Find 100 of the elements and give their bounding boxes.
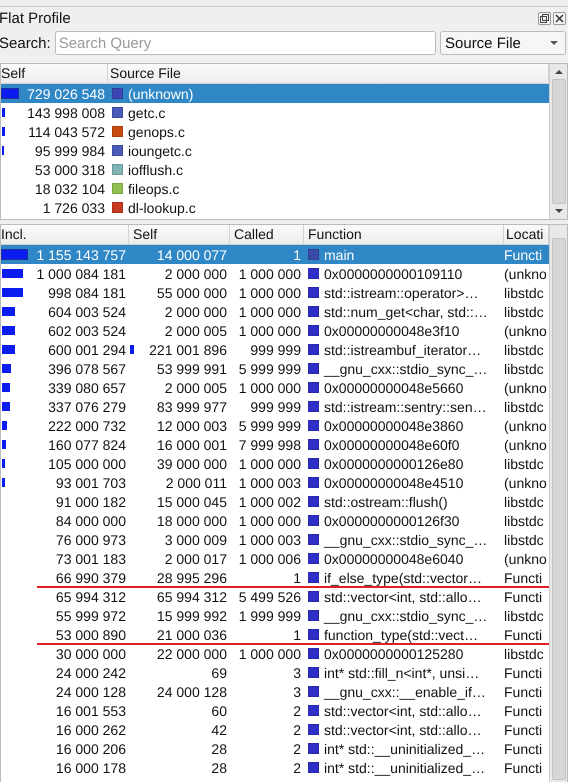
column-header[interactable]: Called (230, 225, 304, 245)
self-cost: 95 999 984 (34, 142, 105, 158)
function-name: __gnu_cxx::stdio_sync_… (324, 532, 488, 548)
scrollbar[interactable] (549, 225, 567, 782)
function-name: function_type(std::vect… (324, 626, 478, 642)
call-count: 1 (230, 245, 304, 264)
inclusive-cost: 91 000 182 (56, 494, 126, 510)
column-header[interactable]: Self (129, 225, 230, 245)
scroll-thumb[interactable] (552, 79, 566, 204)
inclusive-cost: 339 080 657 (48, 380, 126, 396)
list-row[interactable]: 600 001 294 221 001 896 999 999 std::istreambuf_iterator… libstdc (1, 340, 549, 359)
inclusive-cost: 105 000 000 (48, 456, 126, 472)
list-row[interactable]: 604 003 524 2 000 000 1 000 000 std::num_get<char, std::… libstdc (1, 302, 549, 321)
function-name: std::vector<int, std::allo… (324, 588, 482, 604)
float-button[interactable] (538, 12, 551, 24)
function-name: std::vector<int, std::allo… (324, 722, 482, 738)
column-header[interactable]: Function (304, 225, 504, 245)
function-name: int* std::__uninitialized_… (324, 760, 486, 776)
function-name: 0x0000000000109110 (324, 266, 462, 282)
close-icon (555, 14, 564, 22)
list-row[interactable]: 337 076 279 83 999 977 999 999 std::istream::sentry::sen… libstdc (1, 397, 549, 416)
list-row[interactable]: 91 000 182 15 000 045 1 000 002 std::ostream::flush() libstdc (1, 492, 549, 511)
list-row[interactable]: 1 155 143 757 14 000 077 1 main Functi (1, 245, 549, 264)
self-cost: 14 000 077 (156, 246, 227, 262)
source-file: ioungetc.c (128, 142, 192, 158)
search-field[interactable]: Search Query (54, 31, 436, 55)
column-header[interactable]: Incl. (1, 225, 129, 245)
function-name: 0x00000000048e60f0 (324, 436, 460, 452)
list-row[interactable]: 24 000 128 24 000 128 3 __gnu_cxx::__enable_if… Functi (1, 682, 549, 701)
grouping-dropdown[interactable]: Source File (440, 31, 566, 55)
column-header[interactable]: Self (1, 64, 108, 84)
list-row[interactable]: 53 000 890 21 000 036 1 function_type(std::vect… Functi (1, 625, 549, 644)
inclusive-cost: 53 000 890 (56, 626, 126, 642)
self-cost: 16 000 001 (156, 436, 227, 452)
scroll-down-icon[interactable] (554, 208, 564, 214)
dropdown-arrow-icon (549, 40, 559, 46)
self-cost: 60 (211, 702, 227, 718)
list-row[interactable]: 76 000 973 3 000 009 1 000 003 __gnu_cxx::stdio_sync_… libstdc (1, 530, 549, 549)
inclusive-cost: 55 999 972 (56, 608, 126, 624)
search-label: Search: (0, 34, 51, 52)
list-row[interactable]: 105 000 000 39 000 000 1 000 000 0x0000000000126e80 libstdc (1, 454, 549, 473)
source-file: dl-lookup.c (128, 200, 196, 216)
self-cost: 2 000 000 (164, 304, 227, 320)
inclusive-cost: 998 084 181 (48, 284, 126, 300)
self-cost: 15 999 992 (156, 608, 227, 624)
list-row[interactable]: 396 078 567 53 999 991 5 999 999 __gnu_cxx::stdio_sync_… libstdc (1, 359, 549, 378)
scroll-up-icon[interactable] (554, 69, 564, 75)
column-header[interactable]: Source File (108, 64, 549, 84)
location: Functi (504, 245, 549, 264)
list-row[interactable]: 65 994 312 65 994 312 5 499 526 std::vector<int, std::allo… Functi (1, 587, 549, 606)
list-row[interactable]: 602 003 524 2 000 005 1 000 000 0x00000000048e3f10 (unkno (1, 321, 549, 340)
self-cost: 1 726 033 (42, 200, 105, 216)
list-row[interactable]: 1 000 084 181 2 000 000 1 000 000 0x0000000000109110 (unkno (1, 264, 549, 283)
function-name: main (324, 246, 354, 262)
self-cost: 729 026 548 (27, 86, 105, 102)
list-row[interactable]: 16 001 553 60 2 std::vector<int, std::allo… Functi (1, 701, 549, 720)
function-name: 0x00000000048e6040 (324, 550, 464, 566)
list-row[interactable]: 160 077 824 16 000 001 7 999 998 0x00000000048e60f0 (unkno (1, 435, 549, 454)
list-row[interactable]: 339 080 657 2 000 005 1 000 000 0x00000000048e5660 (unkno (1, 378, 549, 397)
inclusive-cost: 16 000 206 (56, 740, 126, 756)
list-row[interactable]: 16 000 206 28 2 int* std::__uninitialized_… Functi (1, 739, 549, 758)
inclusive-cost: 16 000 178 (56, 760, 126, 776)
list-row[interactable]: 16 000 262 42 2 std::vector<int, std::allo… Functi (1, 720, 549, 739)
inclusive-cost: 222 000 732 (48, 418, 126, 434)
self-cost: 143 998 008 (27, 104, 105, 120)
list-row[interactable]: 222 000 732 12 000 003 5 999 999 0x00000000048e3860 (unkno (1, 416, 549, 435)
list-row[interactable]: 24 000 242 69 3 int* std::fill_n<int*, unsi… Functi (1, 663, 549, 682)
self-cost: 55 000 000 (156, 284, 227, 300)
list-row[interactable]: 998 084 181 55 000 000 1 000 000 std::istream::operator>… libstdc (1, 283, 549, 302)
self-cost: 24 000 128 (156, 684, 227, 700)
function-name: 0x00000000048e3f10 (324, 322, 460, 338)
list-row[interactable]: 93 001 703 2 000 011 1 000 003 0x00000000048e4510 (unkno (1, 473, 549, 492)
list-row[interactable]: 66 990 379 28 995 296 1 if_else_type(std::vector… Functi (1, 568, 549, 587)
self-cost: 15 000 045 (156, 494, 227, 510)
list-row[interactable]: 30 000 000 22 000 000 1 000 000 0x0000000000125280 libstdc (1, 644, 549, 663)
self-cost: 21 000 036 (156, 626, 227, 642)
self-cost: 2 000 011 (166, 474, 227, 490)
function-name: 0x00000000048e4510 (324, 474, 464, 490)
self-cost: 18 032 104 (34, 180, 105, 196)
column-header[interactable]: Locati (504, 225, 549, 245)
inclusive-cost: 16 001 553 (56, 702, 126, 718)
self-cost: 221 001 896 (149, 342, 227, 358)
inclusive-cost: 337 076 279 (48, 398, 126, 414)
panel-title: Flat Profile (0, 10, 71, 26)
self-cost: 22 000 000 (156, 646, 227, 662)
list-row[interactable]: 16 000 178 28 2 int* std::__uninitialized_… Functi (1, 758, 549, 777)
self-cost: 2 000 000 (164, 266, 227, 282)
scrollbar[interactable] (549, 64, 567, 219)
scroll-thumb[interactable] (552, 238, 566, 780)
inclusive-cost: 160 077 824 (48, 436, 126, 452)
inclusive-cost: 73 001 183 (56, 550, 126, 566)
close-button[interactable] (553, 12, 566, 24)
list-row[interactable]: 55 999 972 15 999 992 1 999 999 __gnu_cxx::stdio_sync_… libstdc (1, 606, 549, 625)
inclusive-cost: 1 155 143 757 (36, 246, 126, 262)
self-cost: 53 999 991 (156, 360, 227, 376)
list-row[interactable]: 73 001 183 2 000 017 1 000 006 0x00000000048e6040 (unkno (1, 549, 549, 568)
function-name: int* std::__uninitialized_… (324, 740, 486, 756)
inclusive-cost: 76 000 973 (56, 532, 126, 548)
self-cost: 39 000 000 (156, 456, 227, 472)
list-row[interactable]: 84 000 000 18 000 000 1 000 000 0x0000000000126f30 libstdc (1, 511, 549, 530)
